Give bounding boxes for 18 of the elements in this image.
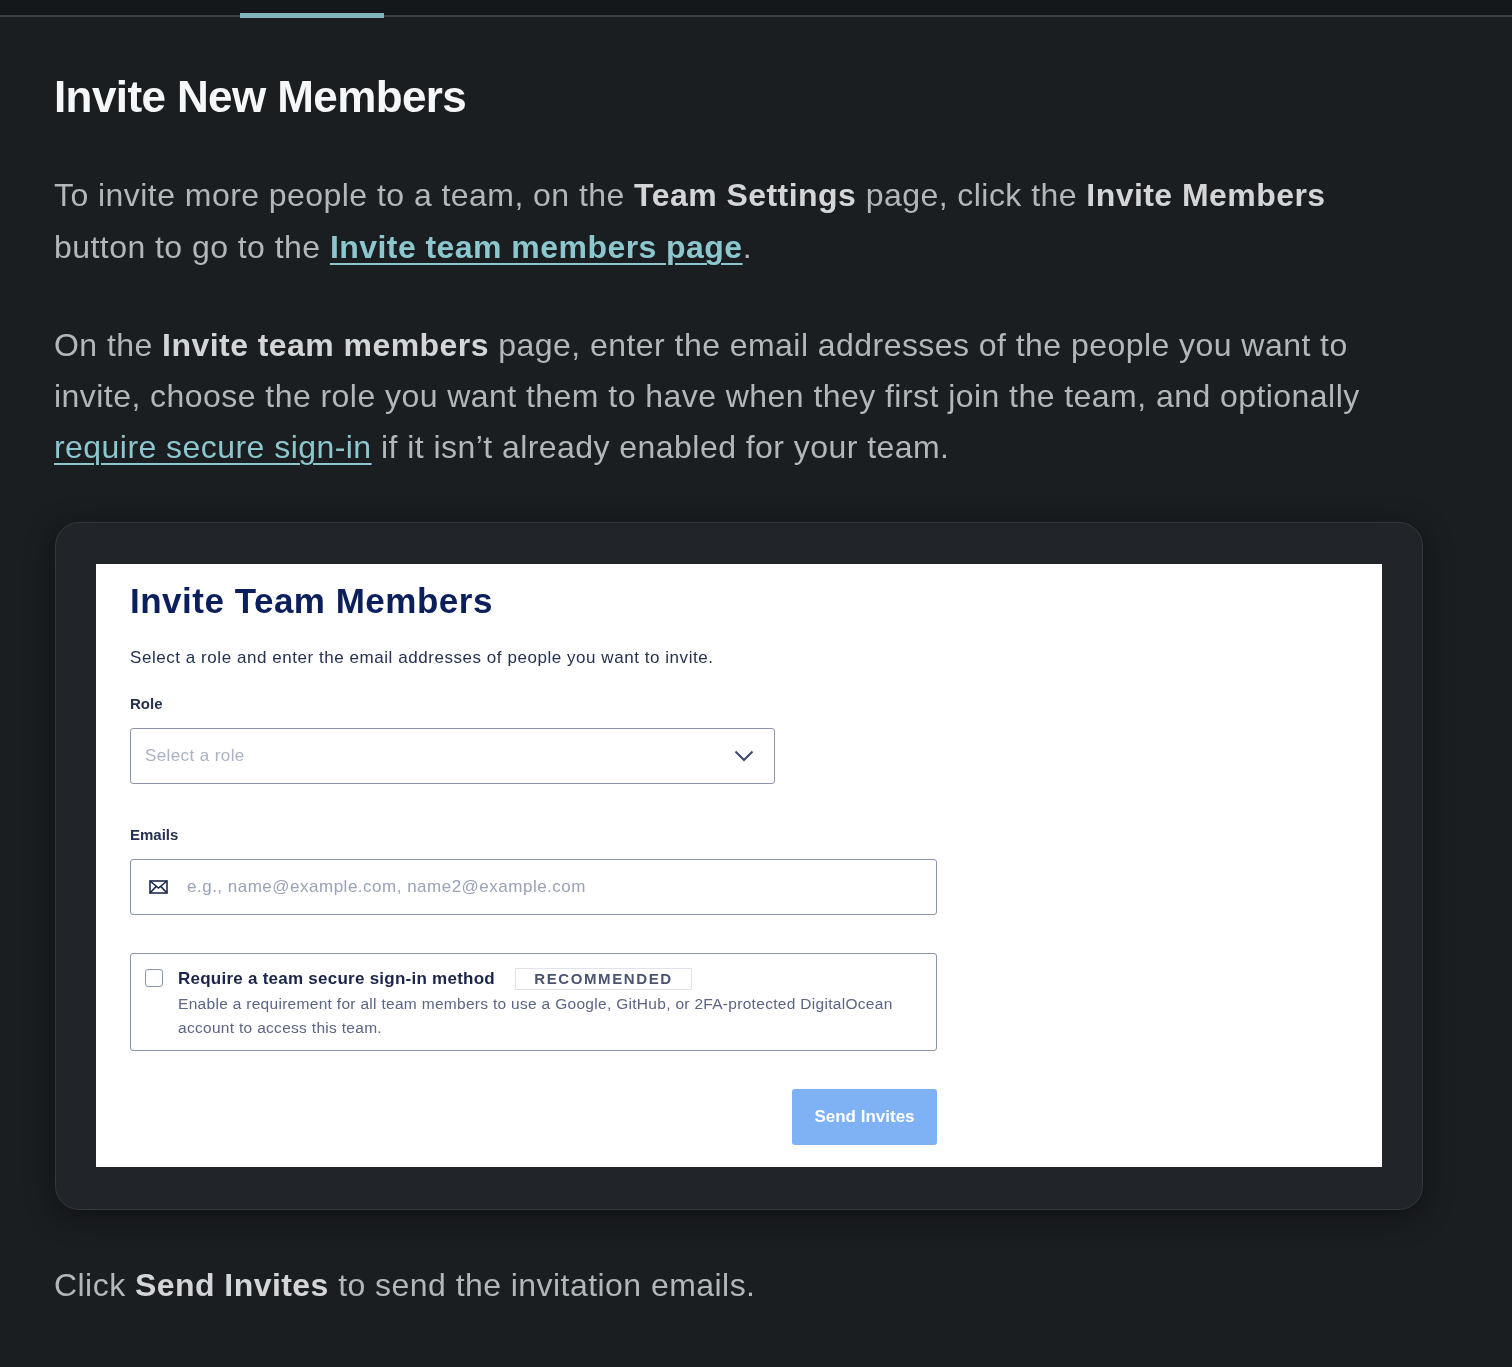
chevron-down-icon: [734, 750, 754, 762]
link[interactable]: Invite team members page: [329, 229, 743, 265]
option-description: Enable a requirement for all team members to use a Google, GitHub, or 2FA-protected DigitalOcean account to access this team.: [178, 994, 894, 1038]
mail-icon: [149, 880, 168, 894]
role-select[interactable]: Select a role: [130, 728, 775, 784]
field-label: Emails: [130, 825, 179, 845]
paragraph: Click Send Invites to send the invitation emails.: [54, 1266, 757, 1305]
recommended-tag: RECOMMENDED: [514, 968, 692, 990]
form-description: Select a role and enter the email addresses of people you want to invite.: [130, 648, 714, 668]
paragraph: To invite more people to a team, on the Team Settings page, click the Invite Members button to go to the Invite team members page.: [54, 176, 1327, 267]
form-title: Invite Team Members: [130, 581, 493, 621]
option-title: Require a team secure sign-in method: [178, 969, 495, 989]
email-field[interactable]: e.g., name@example.com, name2@example.com: [130, 859, 937, 915]
link[interactable]: require secure sign-in: [54, 429, 372, 465]
page-heading: Invite New Members: [54, 71, 467, 123]
checkbox[interactable]: [145, 969, 163, 987]
paragraph: On the Invite team members page, enter the email addresses of the people you want to invite, choose the role you want them to have when they first join the team, and optionally require secure sign-in if it isn’t already enabled for your team.: [54, 326, 1361, 467]
field-label: Role: [130, 694, 163, 714]
